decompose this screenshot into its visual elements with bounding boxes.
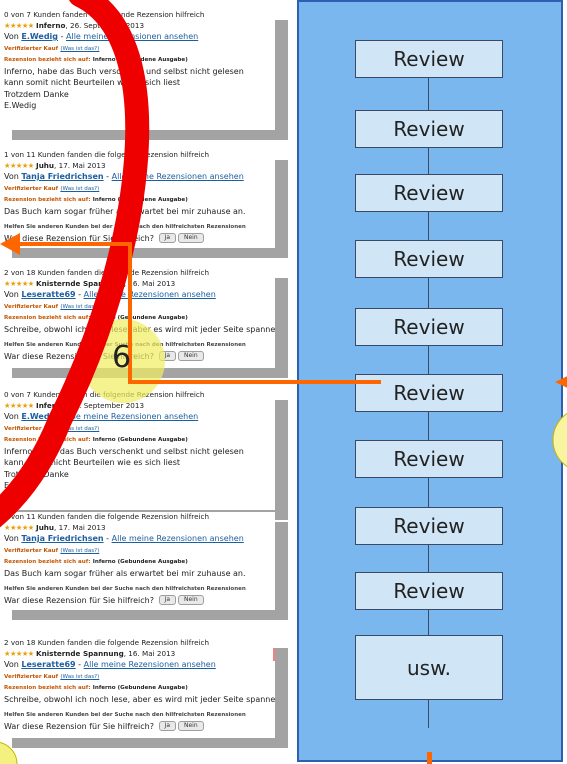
annotation-number: 6 bbox=[112, 340, 132, 375]
orange-stub-bottom bbox=[427, 752, 432, 764]
red-ring-arc bbox=[0, 0, 150, 528]
orange-arrow-head-right bbox=[555, 376, 567, 388]
orange-arrow-line bbox=[18, 242, 381, 384]
highlight-circle-bottom-left bbox=[0, 742, 18, 764]
orange-arrow-head bbox=[0, 233, 20, 255]
highlight-circle-right bbox=[552, 412, 567, 468]
annotation-overlay bbox=[0, 0, 567, 764]
